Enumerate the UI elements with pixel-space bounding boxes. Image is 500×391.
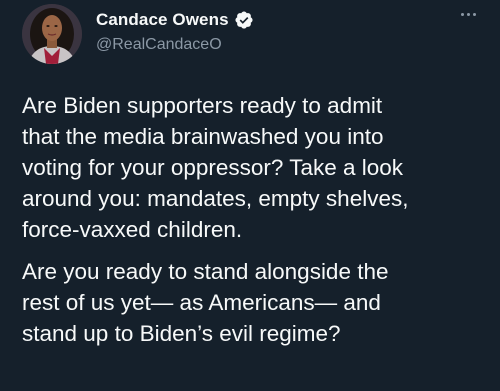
more-options-icon[interactable] — [454, 4, 482, 24]
tweet-paragraph: Are you ready to stand alongside the res… — [22, 256, 484, 349]
tweet-line: Are Biden supporters ready to admit — [22, 93, 383, 118]
tweet: Candace Owens @RealCandaceO Are Biden su… — [0, 0, 500, 391]
author-name-row: Candace Owens — [96, 8, 254, 32]
tweet-line: around you: mandates, empty shelves, — [22, 186, 409, 211]
more-dot — [460, 12, 464, 16]
tweet-line: force-vaxxed children. — [22, 217, 243, 242]
tweet-paragraph: Are Biden supporters ready to admit that… — [22, 90, 484, 245]
tweet-text: Are Biden supporters ready to admit that… — [22, 90, 484, 360]
tweet-line: Are you ready to stand alongside the — [22, 259, 389, 284]
more-dot — [472, 12, 476, 16]
tweet-line: voting for your oppressor? Take a look — [22, 155, 404, 180]
tweet-line: rest of us yet— as Americans— and — [22, 290, 381, 315]
avatar[interactable] — [22, 4, 82, 64]
verified-badge-icon — [234, 10, 254, 30]
handle[interactable]: @RealCandaceO — [96, 36, 222, 54]
tweet-line: stand up to Biden’s evil regime? — [22, 321, 341, 346]
display-name[interactable]: Candace Owens — [96, 10, 229, 30]
more-dot — [466, 12, 470, 16]
tweet-line: that the media brainwashed you into — [22, 124, 384, 149]
avatar-image — [22, 4, 82, 64]
